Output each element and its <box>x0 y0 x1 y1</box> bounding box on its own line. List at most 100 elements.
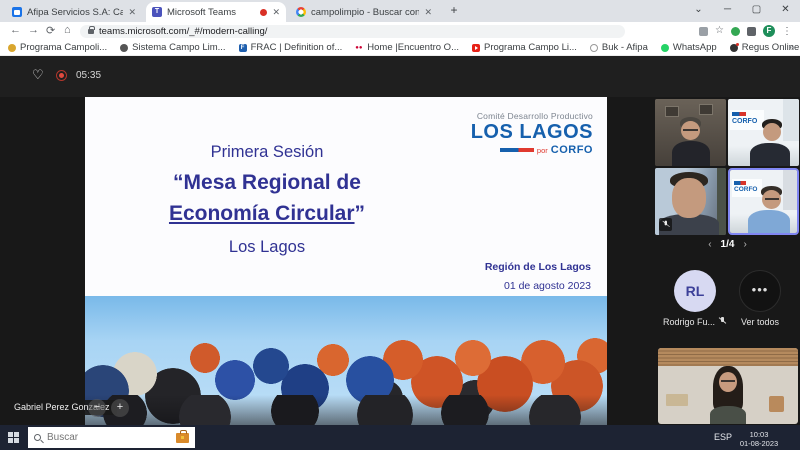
tab-search-icon[interactable]: ⌄ <box>684 0 713 22</box>
search-icon <box>34 434 41 441</box>
slide-title-line1: “Mesa Regional de <box>173 171 361 194</box>
wall-frame <box>699 104 713 115</box>
profile-avatar[interactable]: F <box>763 25 775 37</box>
minimize-icon[interactable]: ─ <box>713 0 742 22</box>
bookmark-favicon <box>729 42 739 52</box>
bookmark-item[interactable]: ●● Home |Encuentro O... <box>355 42 459 53</box>
clock[interactable]: 10:03 01-08-2023 <box>736 430 782 450</box>
browser-toolbar: ← → ⟳ ⌂ teams.microsoft.com/_#/modern-ca… <box>0 22 800 40</box>
close-tab-icon[interactable]: ✕ <box>424 7 432 18</box>
bookmark-item[interactable]: WhatsApp <box>660 42 717 53</box>
url-text: teams.microsoft.com/_#/modern-calling/ <box>99 25 268 37</box>
bookmark-item[interactable]: F FRAC | Definition of... <box>238 42 342 53</box>
tab-title: Microsoft Teams <box>167 6 236 18</box>
meeting-stage: Primera Sesión “Mesa Regional de Economí… <box>0 97 800 425</box>
bookmark-star-icon[interactable]: ☆ <box>715 25 724 37</box>
participant-video-4-active-speaker[interactable]: CORFO <box>728 168 799 235</box>
maximize-icon[interactable]: ▢ <box>742 0 771 22</box>
calendar-favicon <box>12 7 22 17</box>
wood-ceiling <box>658 348 798 366</box>
page-indicator: 1/4 <box>720 239 735 250</box>
screen: Afipa Servicios S.A: Calendario - ✕ T Mi… <box>0 0 800 450</box>
self-video[interactable] <box>658 348 798 424</box>
flag-bar <box>499 148 534 152</box>
youtube-icon <box>471 43 480 52</box>
shared-slide: Primera Sesión “Mesa Regional de Economí… <box>85 97 607 425</box>
participant-video-3[interactable] <box>655 168 726 235</box>
slide-region: Región de Los Lagos <box>484 261 591 273</box>
extensions-puzzle-icon[interactable] <box>747 26 756 36</box>
home-icon[interactable]: ⌂ <box>64 24 71 36</box>
tab-title: Afipa Servicios S.A: Calendario - <box>27 6 124 18</box>
participant-video-2[interactable]: CORFO <box>728 99 799 166</box>
shield-icon: ♡ <box>32 67 44 82</box>
tab-teams[interactable]: T Microsoft Teams ✕ <box>146 2 286 22</box>
google-favicon <box>296 7 306 17</box>
bookmark-favicon <box>8 43 16 52</box>
secure-lock-icon[interactable] <box>88 25 95 34</box>
tab-title: campolimpio - Buscar con Goog <box>311 6 420 18</box>
logo-main-text: LOS LAGOS <box>470 121 593 143</box>
muted-mic-badge <box>659 218 672 231</box>
taskbar-search[interactable] <box>28 427 195 448</box>
photo-rubble <box>85 395 607 425</box>
search-input[interactable] <box>47 432 170 443</box>
browser-menu-icon[interactable]: ⋮ <box>782 26 792 37</box>
corfo-logo: Comité Desarrollo Productivo LOS LAGOS p… <box>470 111 593 156</box>
window-controls: ⌄ ─ ▢ ✕ <box>684 0 800 22</box>
participant-name-label: Rodrigo Fu... <box>657 317 733 327</box>
address-bar[interactable]: teams.microsoft.com/_#/modern-calling/ <box>80 24 625 38</box>
tray-time: 10:03 <box>749 429 769 439</box>
briefcase-icon <box>176 429 189 443</box>
whatsapp-icon <box>660 43 669 52</box>
teams-favicon: T <box>152 7 162 17</box>
glasses <box>765 198 779 200</box>
ellipsis-icon: ••• <box>751 282 769 297</box>
forward-icon[interactable]: → <box>28 24 39 36</box>
participant-video-1[interactable] <box>655 99 726 166</box>
tray-date: 01-08-2023 <box>739 439 779 449</box>
windows-taskbar: Z X W hp ^ ✕ ESP 10:03 01-08-2023 1 <box>0 425 800 450</box>
bookmark-item[interactable]: Programa Campoli... <box>8 42 107 53</box>
tab-calendar[interactable]: Afipa Servicios S.A: Calendario - ✕ <box>6 2 142 22</box>
extension-icon[interactable] <box>731 26 740 36</box>
bookmark-item[interactable]: Programa Campo Li... <box>471 42 577 53</box>
language-indicator[interactable]: ESP <box>714 425 732 450</box>
extension-icon[interactable] <box>699 26 709 36</box>
view-all-button[interactable]: ••• <box>739 270 781 312</box>
glasses <box>683 129 698 131</box>
close-tab-icon[interactable]: ✕ <box>272 7 280 18</box>
bookmark-item[interactable]: Sistema Campo Lim... <box>120 42 226 53</box>
start-button[interactable] <box>8 431 19 443</box>
slide-title-line2: Economía Circular” <box>168 202 366 225</box>
bookmarks-bar: Programa Campoli... Sistema Campo Lim...… <box>0 40 800 56</box>
slide-subtitle: Primera Sesión <box>210 143 324 161</box>
bookmark-item[interactable]: Buk - Afipa <box>589 42 648 53</box>
tab-google-search[interactable]: campolimpio - Buscar con Goog ✕ <box>290 2 438 22</box>
meeting-timer: 05:35 <box>76 70 102 81</box>
new-tab-button[interactable]: + <box>446 3 462 19</box>
bookmarks-overflow-icon[interactable]: » <box>788 42 794 53</box>
previous-page-icon[interactable]: ‹ <box>708 239 711 250</box>
glasses <box>721 380 735 382</box>
mic-off-icon <box>718 317 727 326</box>
close-icon[interactable]: ✕ <box>771 0 800 22</box>
wall-frame <box>665 106 679 117</box>
bookmark-favicon: F <box>238 43 247 52</box>
browser-tab-strip: Afipa Servicios S.A: Calendario - ✕ T Mi… <box>0 0 800 22</box>
tab-recording-icon <box>260 8 268 16</box>
zoom-in-button[interactable]: + <box>111 399 129 417</box>
participant-avatar-rl[interactable]: RL <box>674 270 716 312</box>
slide-location: Los Lagos <box>228 238 306 256</box>
recording-indicator-icon <box>56 70 67 81</box>
globe-icon <box>120 43 129 52</box>
next-page-icon[interactable]: › <box>743 239 746 250</box>
view-all-label: Ver todos <box>740 317 780 327</box>
back-icon[interactable]: ← <box>10 24 21 36</box>
close-tab-icon[interactable]: ✕ <box>128 7 136 18</box>
logo-top-text: Comité Desarrollo Productivo <box>476 111 593 121</box>
reload-icon[interactable]: ⟳ <box>46 24 55 37</box>
video-pagination: ‹ 1/4 › <box>655 239 800 250</box>
zoom-out-button[interactable]: − <box>88 399 106 417</box>
buoys-photo <box>85 296 607 425</box>
